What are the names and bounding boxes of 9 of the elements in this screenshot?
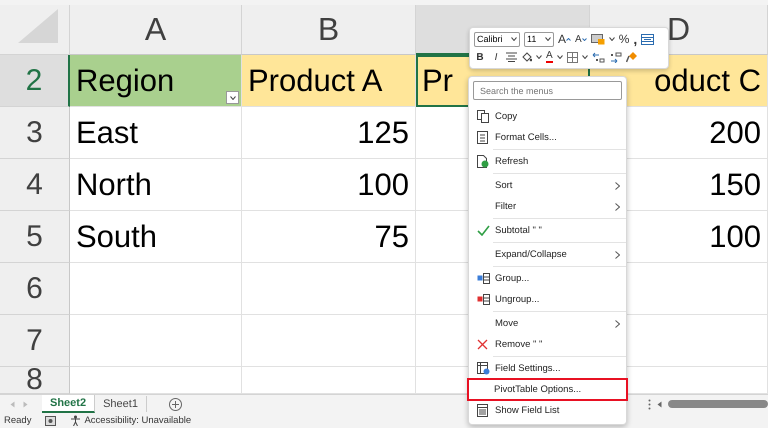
- table-cell: East: [70, 107, 242, 159]
- table-cell: 125: [242, 107, 416, 159]
- table-cell: 100: [242, 159, 416, 211]
- table-cell: 75: [242, 211, 416, 263]
- status-text: Ready: [4, 415, 32, 426]
- table-cell: Product A: [242, 55, 416, 107]
- table-cell: South: [70, 211, 242, 263]
- table-cell: North: [70, 159, 242, 211]
- table-cell: Region: [70, 55, 242, 107]
